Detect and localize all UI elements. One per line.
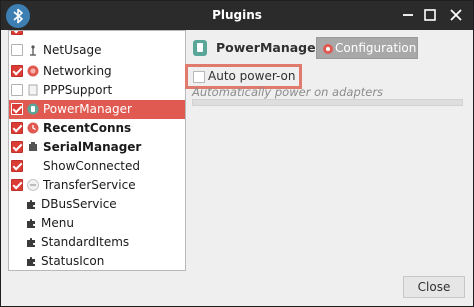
plugin-label: TransferService [43, 178, 136, 192]
document-icon [27, 84, 39, 96]
settings-icon [322, 43, 334, 55]
recent-icon [27, 122, 39, 134]
auto-power-on-checkbox[interactable] [193, 71, 205, 83]
list-item[interactable]: RecentConns [9, 119, 185, 138]
close-button[interactable]: Close [403, 276, 465, 298]
auto-power-on-description: Automatically power on adapters [192, 85, 384, 99]
list-item[interactable] [9, 31, 185, 39]
maximize-icon[interactable] [421, 6, 439, 24]
plugin-checkbox[interactable] [11, 84, 23, 96]
list-item[interactable]: NetUsage [9, 41, 185, 60]
list-item[interactable]: DBusService [9, 195, 185, 214]
plugin-label: DBusService [41, 197, 117, 211]
power-manager-icon [192, 39, 208, 57]
plugin-label: SerialManager [43, 140, 142, 154]
plugin-checkbox[interactable] [11, 31, 23, 35]
title-bar[interactable]: Plugins [1, 1, 473, 30]
plugin-label: Menu [41, 216, 74, 230]
list-item[interactable]: StatusIcon [9, 252, 185, 270]
close-window-icon[interactable] [447, 6, 465, 24]
plugin-label: PPPSupport [43, 83, 113, 97]
plugin-label: PowerManager [43, 102, 132, 116]
plugin-label: StatusIcon [41, 254, 105, 268]
serial-icon [27, 141, 39, 153]
transfer-icon [27, 179, 39, 191]
wrench-icon [27, 44, 39, 56]
plugin-label: RecentConns [43, 121, 132, 135]
plugin-label: StandardItems [41, 235, 130, 249]
plugin-checkbox[interactable] [11, 179, 23, 191]
power-icon [27, 103, 39, 115]
minimize-icon[interactable] [399, 6, 417, 24]
list-item[interactable]: StandardItems [9, 233, 185, 252]
list-item[interactable]: Menu [9, 214, 185, 233]
configuration-button[interactable]: Configuration [316, 37, 418, 59]
list-item[interactable]: SerialManager [9, 138, 185, 157]
list-item-selected[interactable]: PowerManager [9, 100, 185, 119]
plugin-list[interactable]: NetUsage Networking PPPSupport PowerMana… [8, 30, 186, 271]
puzzle-icon [25, 217, 37, 229]
list-item[interactable]: Networking [9, 62, 185, 81]
plugin-label: Networking [43, 64, 112, 78]
list-item[interactable]: TransferService [9, 176, 185, 195]
plugin-title: PowerManager [216, 40, 322, 55]
auto-power-on-label: Auto power-on [208, 69, 296, 83]
plugin-checkbox[interactable] [11, 44, 23, 56]
list-item[interactable]: ShowConnected [9, 157, 185, 176]
plugin-label: NetUsage [43, 43, 102, 57]
puzzle-icon [25, 236, 37, 248]
plugin-checkbox[interactable] [11, 103, 23, 115]
configuration-button-label: Configuration [335, 41, 417, 55]
plugin-checkbox[interactable] [11, 122, 23, 134]
blank-icon [27, 160, 39, 172]
plugin-label: ShowConnected [43, 159, 140, 173]
plugins-dialog: Plugins NetUsage Networking PPPSupport P… [0, 0, 474, 307]
plugin-checkbox[interactable] [11, 141, 23, 153]
option-divider [192, 99, 463, 106]
plugin-checkbox[interactable] [11, 160, 23, 172]
puzzle-icon [25, 198, 37, 210]
puzzle-icon [25, 255, 37, 267]
list-item[interactable]: PPPSupport [9, 81, 185, 100]
globe-icon [27, 65, 39, 77]
plugin-checkbox[interactable] [11, 65, 23, 77]
